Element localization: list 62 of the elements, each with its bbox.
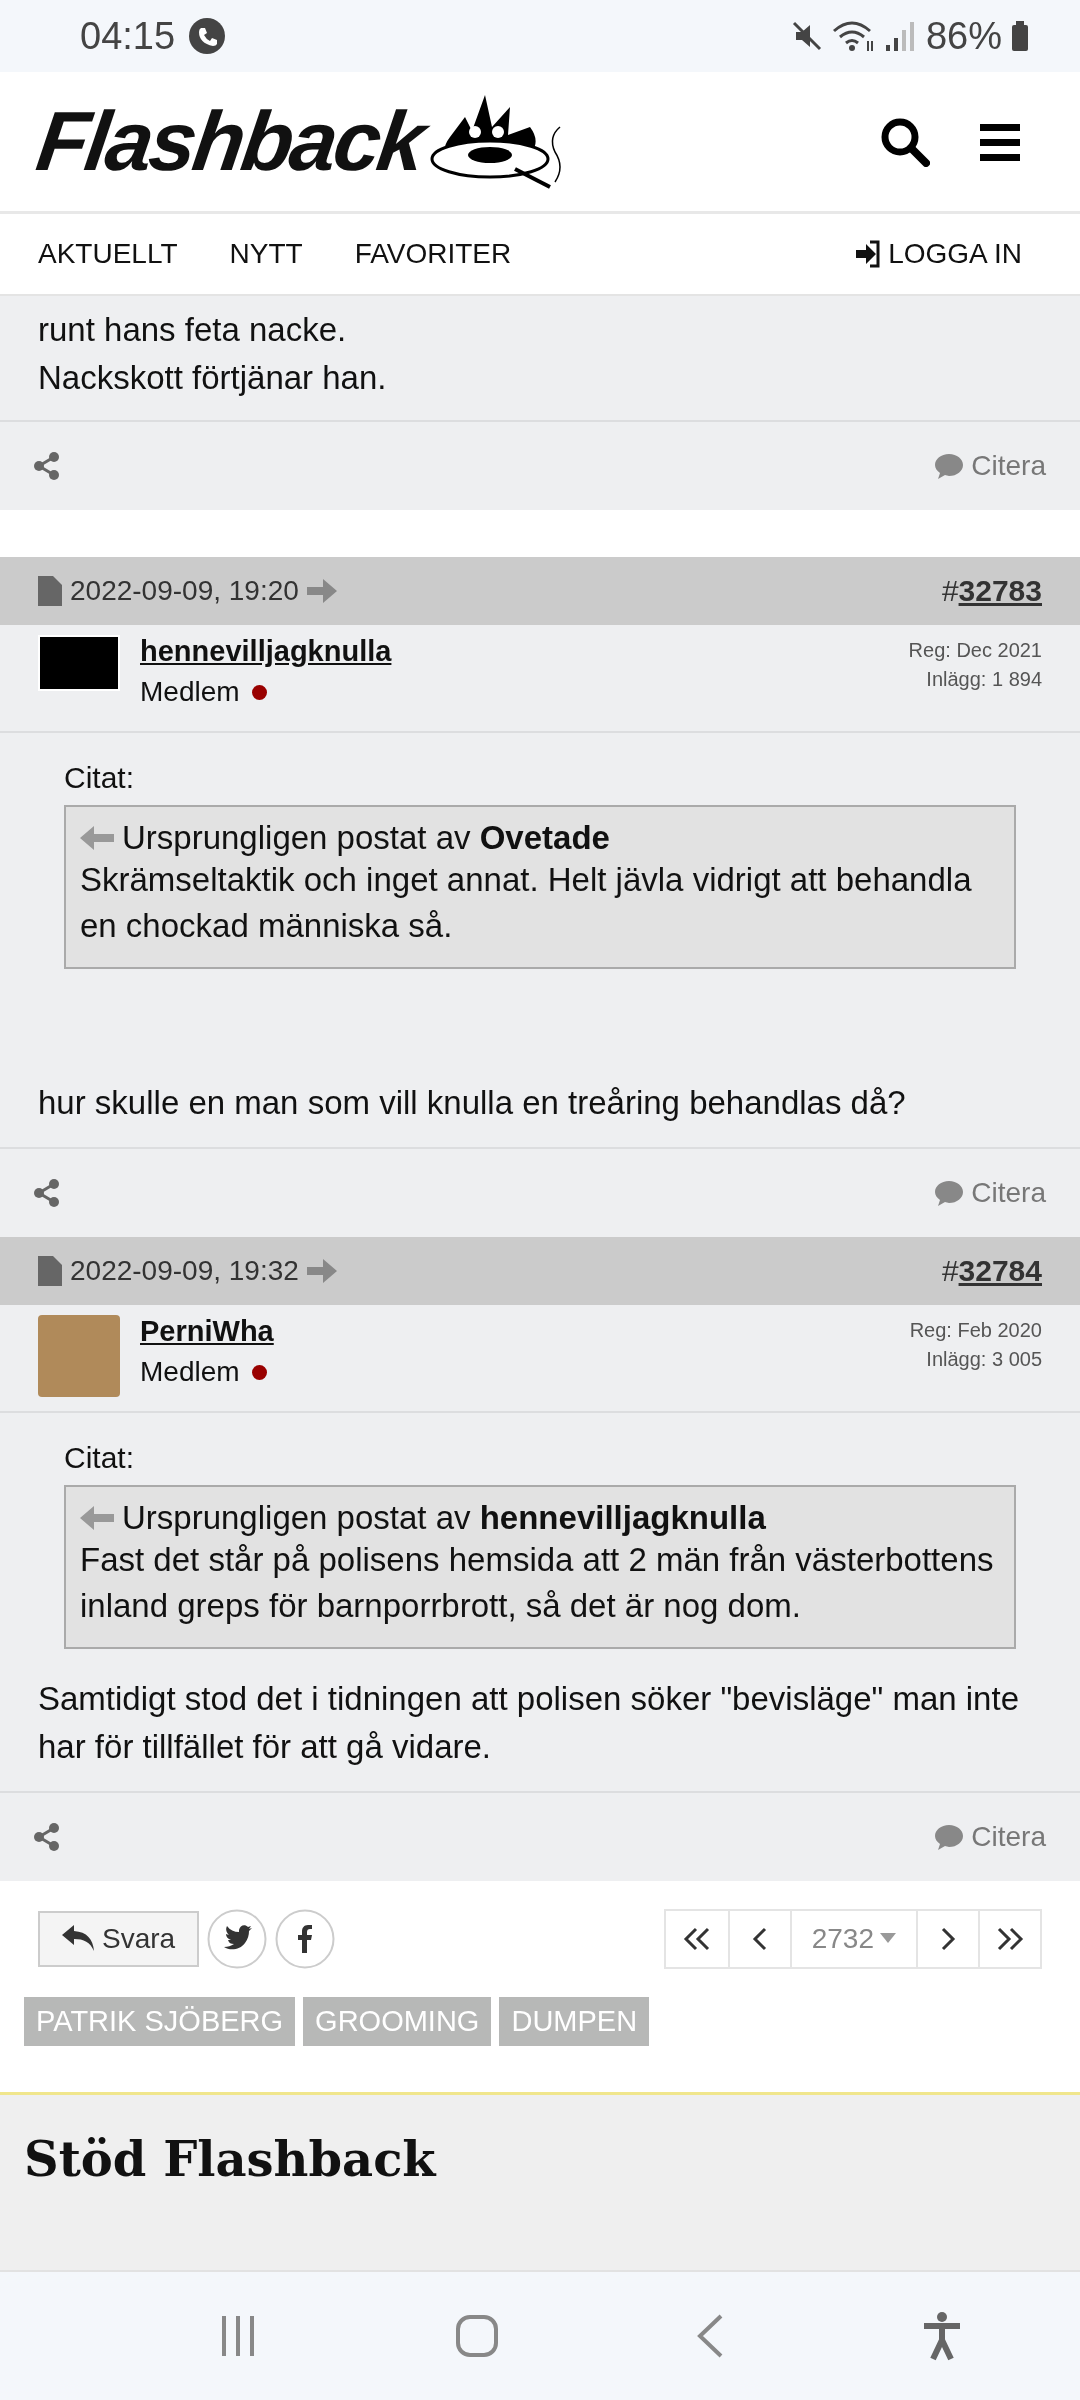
quote-link[interactable]: Citera xyxy=(933,1821,1046,1853)
quote-attribution: Ursprungligen postat av Ovetade xyxy=(122,819,610,857)
post-number-link[interactable]: 32784 xyxy=(958,1254,1042,1288)
registration-date: Reg: Feb 2020 xyxy=(909,1319,1042,1342)
chevron-left-icon xyxy=(751,1927,768,1951)
nav-tab[interactable]: FAVORITER xyxy=(354,238,512,270)
share-icon[interactable] xyxy=(34,452,60,480)
username-link[interactable]: PerniWha xyxy=(140,1315,274,1348)
search-icon[interactable] xyxy=(880,116,930,167)
status-time: 04:15 xyxy=(80,14,176,58)
reply-arrow-icon xyxy=(62,1925,96,1953)
post-text: Nackskott förtjänar han. xyxy=(38,358,388,398)
post-text: runt hans feta nacke. xyxy=(38,310,348,350)
support-heading: Stöd Flashback xyxy=(24,2131,438,2187)
quote-text: Skrämseltaktik och inget annat. Helt jävla vidrigt att behandla en chockad människa så. xyxy=(80,860,973,946)
menu-icon[interactable] xyxy=(980,121,1020,162)
post-number-link[interactable]: 32783 xyxy=(958,574,1042,608)
post-text: Samtidigt stod det i tidningen att polisen söker "bevisläge" man inte har för tillfället för att gå vidare. xyxy=(38,1679,1020,1767)
dropdown-caret-icon xyxy=(880,1933,896,1945)
quote-attribution: Ursprungligen postat av hennevilljagknulla xyxy=(122,1499,766,1537)
share-icon[interactable] xyxy=(34,1823,60,1851)
avatar-placeholder[interactable] xyxy=(38,635,120,691)
speech-bubble-icon xyxy=(933,1179,966,1207)
user-rank: Medlem xyxy=(140,1356,240,1388)
post-text: hur skulle en man som vill knulla en treåring behandlas då? xyxy=(38,1083,907,1123)
quote-link[interactable]: Citera xyxy=(933,1177,1046,1209)
post-number-prefix: # xyxy=(941,1254,959,1288)
document-icon xyxy=(38,1256,62,1286)
reply-button[interactable]: Svara xyxy=(38,1911,200,1967)
quote-text: Fast det står på polisens hemsida att 2 män från västerbottens inland greps för barnporrbrott, så det är nog dom. xyxy=(80,1540,995,1626)
document-icon xyxy=(38,576,62,606)
quote-label: Citat: xyxy=(64,761,136,795)
nav-tab[interactable]: NYTT xyxy=(229,238,303,270)
double-chevron-right-icon xyxy=(995,1927,1025,1951)
share-icon[interactable] xyxy=(34,1179,60,1207)
post-count: Inlägg: 3 005 xyxy=(926,1348,1042,1371)
quote-label: Citat: xyxy=(64,1441,136,1475)
chevron-right-icon xyxy=(940,1927,956,1951)
registration-date: Reg: Dec 2021 xyxy=(908,639,1042,662)
double-chevron-left-icon xyxy=(681,1927,712,1951)
facebook-button[interactable] xyxy=(275,1909,336,1969)
home-icon[interactable] xyxy=(454,2314,499,2358)
site-logo[interactable]: Flashback xyxy=(31,93,429,190)
username-link[interactable]: hennevilljagknulla xyxy=(140,635,392,668)
post-date: 2022-09-09, 19:32 xyxy=(70,1255,299,1287)
post-date: 2022-09-09, 19:20 xyxy=(70,575,299,607)
wifi-icon xyxy=(831,19,876,53)
signal-icon xyxy=(883,19,914,53)
speech-bubble-icon xyxy=(933,452,966,480)
login-link[interactable]: LOGGA IN xyxy=(888,238,1022,270)
accessibility-icon[interactable] xyxy=(921,2311,962,2361)
nav-tab[interactable]: AKTUELLT xyxy=(38,238,178,270)
battery-percentage: 86% xyxy=(925,14,1002,58)
twitter-button[interactable] xyxy=(207,1909,268,1969)
user-rank: Medlem xyxy=(140,676,240,708)
post-number-prefix: # xyxy=(941,574,959,608)
login-icon xyxy=(854,240,883,268)
call-icon xyxy=(189,18,226,54)
speech-bubble-icon xyxy=(933,1823,966,1851)
post-count: Inlägg: 1 894 xyxy=(926,668,1042,691)
quote-link[interactable]: Citera xyxy=(933,450,1046,482)
battery-icon xyxy=(1010,19,1030,53)
